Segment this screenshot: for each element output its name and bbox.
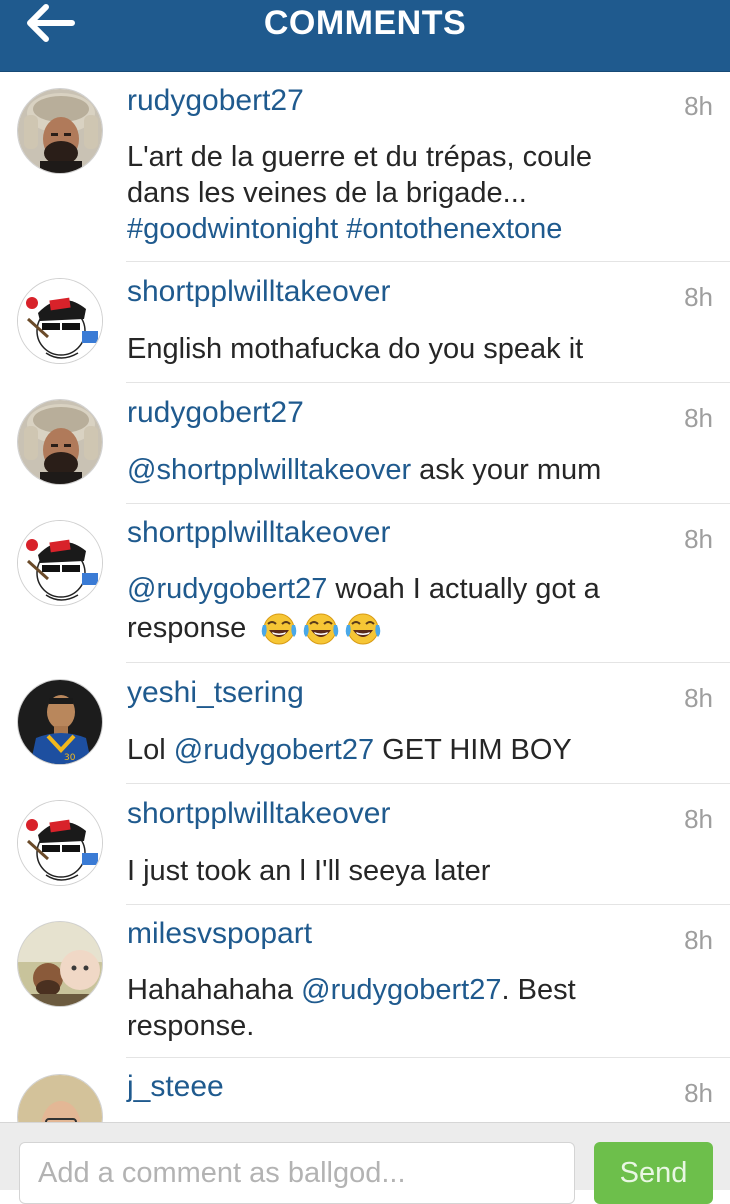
comment-text-line: dans les veines de la brigade... — [127, 177, 527, 209]
comment-item: shortpplwilltakeover 8h English mothafuc… — [0, 262, 730, 383]
app-header: COMMENTS — [0, 0, 730, 72]
avatar[interactable] — [17, 88, 103, 174]
cartoon-obey-cap-avatar — [18, 801, 103, 886]
mention-link[interactable]: @rudygobert27 — [301, 974, 501, 1006]
comment-composer: Send — [0, 1122, 730, 1204]
comment-text: English mothafucka do you speak it — [127, 331, 687, 367]
comment-text: @rudygobert27 woah I actually got a resp… — [127, 570, 687, 648]
comment-text: @shortpplwilltakeover ask your mum — [127, 452, 687, 488]
comment-time: 8h — [684, 925, 713, 955]
comment-time: 8h — [684, 91, 713, 121]
avatar[interactable] — [17, 921, 103, 1007]
comment-item: j_steee 8h — [0, 1058, 730, 1122]
comment-text-span: Hahahahaha — [127, 974, 302, 1006]
man-portrait-avatar — [18, 1075, 103, 1122]
comment-username[interactable]: shortpplwilltakeover — [127, 516, 390, 550]
mention-link[interactable]: @shortpplwilltakeover — [127, 454, 411, 486]
comment-username[interactable]: yeshi_tsering — [127, 676, 304, 710]
comment-time: 8h — [684, 804, 713, 834]
fur-hat-man-avatar — [18, 400, 103, 485]
avatar[interactable] — [17, 278, 103, 364]
comment-item: rudygobert27 8h @shortpplwilltakeover as… — [0, 383, 730, 504]
mention-link[interactable]: @rudygobert27 — [174, 734, 374, 766]
comment-text-line: ask your mum — [411, 454, 602, 486]
avatar[interactable] — [17, 1074, 103, 1122]
comment-input[interactable] — [19, 1142, 575, 1204]
comment-text-line: response. — [127, 1010, 255, 1042]
tears-of-joy-icon — [344, 611, 382, 647]
comment-item: rudygobert27 8h L'art de la guerre et du… — [0, 72, 730, 262]
comment-text-span: . Best — [501, 974, 576, 1006]
cartoon-obey-cap-avatar — [18, 279, 103, 364]
comment-text-span: response — [127, 612, 247, 644]
mention-link[interactable]: @rudygobert27 — [127, 573, 327, 605]
comment-username[interactable]: milesvspopart — [127, 917, 312, 951]
comment-time: 8h — [684, 683, 713, 713]
comment-time: 8h — [684, 403, 713, 433]
comment-item: milesvspopart 8h Hahahahaha @rudygobert2… — [0, 905, 730, 1058]
avatar[interactable] — [17, 520, 103, 606]
comment-list[interactable]: rudygobert27 8h L'art de la guerre et du… — [0, 72, 730, 1122]
comment-username[interactable]: rudygobert27 — [127, 396, 304, 430]
comment-text-line: English mothafucka do you speak it — [127, 333, 584, 365]
comment-text-span: GET HIM BOY — [374, 734, 572, 766]
page-title: COMMENTS — [263, 4, 467, 42]
comment-username[interactable]: rudygobert27 — [127, 84, 304, 118]
basketball-player-avatar — [18, 680, 103, 765]
comment-text-line: Hahahahaha @rudygobert27. Best — [127, 972, 687, 1008]
cartoon-obey-cap-avatar — [18, 521, 103, 606]
hashtag-link[interactable]: #ontothenextone — [346, 213, 562, 245]
hashtag-link[interactable]: #goodwintonight — [127, 213, 338, 245]
comment-username[interactable]: shortpplwilltakeover — [127, 797, 390, 831]
comment-time: 8h — [684, 524, 713, 554]
hashtag-line: #goodwintonight #ontothenextone — [127, 211, 687, 247]
comment-text-line: response — [127, 609, 687, 648]
avatar[interactable] — [17, 800, 103, 886]
comment-text-span: woah I actually got a — [327, 573, 600, 605]
comment-text: Hahahahaha @rudygobert27. Best response. — [127, 972, 687, 1044]
avatar[interactable] — [17, 679, 103, 765]
comment-username[interactable]: shortpplwilltakeover — [127, 275, 390, 309]
comment-item: shortpplwilltakeover 8h @rudygobert27 wo… — [0, 504, 730, 663]
comment-time: 8h — [684, 282, 713, 312]
comment-item: shortpplwilltakeover 8h I just took an l… — [0, 784, 730, 905]
avatar[interactable] — [17, 399, 103, 485]
tears-of-joy-icon — [260, 611, 298, 647]
comment-text-line: I just took an l I'll seeya later — [127, 855, 491, 887]
comment-item: yeshi_tsering 8h Lol @rudygobert27 GET H… — [0, 663, 730, 784]
fur-hat-man-avatar — [18, 89, 103, 174]
comment-text: I just took an l I'll seeya later — [127, 853, 687, 889]
tears-of-joy-icon — [302, 611, 340, 647]
comment-text-line: @rudygobert27 woah I actually got a — [127, 570, 687, 609]
send-button[interactable]: Send — [594, 1142, 713, 1204]
comment-time: 8h — [684, 1078, 713, 1108]
two-people-selfie-avatar — [18, 922, 103, 1007]
comment-text: L'art de la guerre et du trépas, coule d… — [127, 139, 687, 247]
comment-text-span: Lol — [127, 734, 174, 766]
comment-username[interactable]: j_steee — [127, 1070, 224, 1104]
comment-text: Lol @rudygobert27 GET HIM BOY — [127, 732, 687, 768]
comment-text-line: L'art de la guerre et du trépas, coule — [127, 141, 592, 173]
